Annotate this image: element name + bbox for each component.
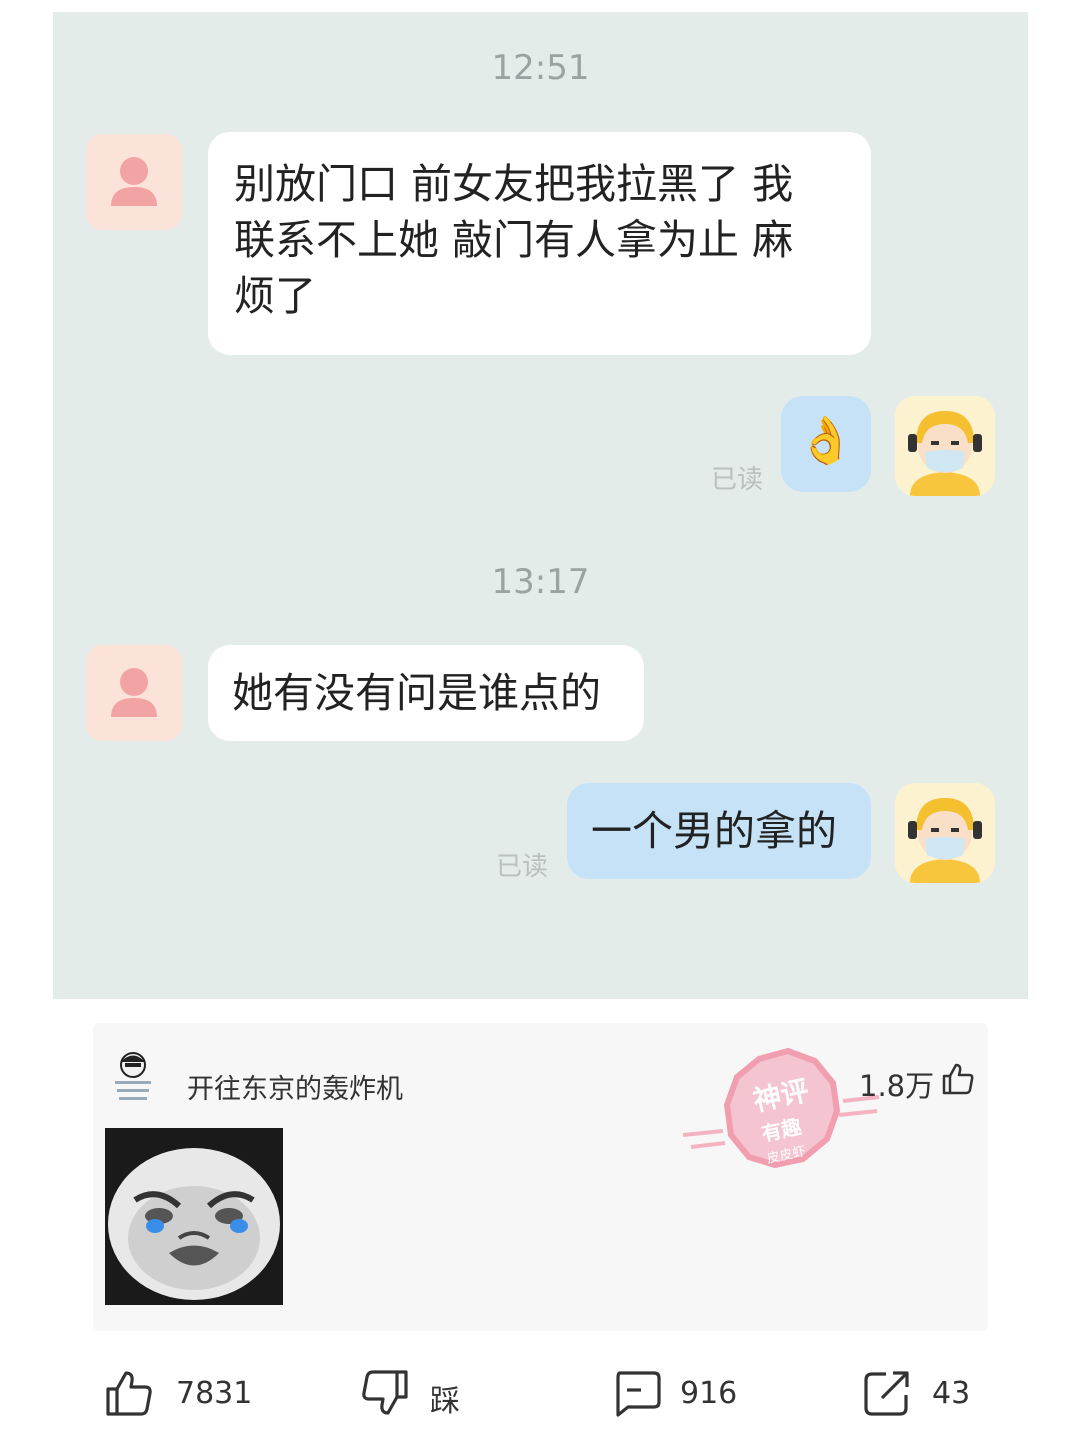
share-button[interactable]: 43 bbox=[862, 1368, 972, 1420]
courier-face-icon bbox=[908, 798, 982, 883]
hot-comment-stamp: 神评 有趣 皮皮虾 bbox=[683, 1047, 880, 1169]
thumbs-up-icon[interactable] bbox=[940, 1061, 976, 1097]
incoming-message-bubble[interactable]: 别放门口 前女友把我拉黑了 我 联系不上她 敲门有人拿为止 麻 烦了 bbox=[208, 132, 871, 355]
user-avatar[interactable] bbox=[86, 134, 182, 230]
chat-panel: 12:51 别放门口 前女友把我拉黑了 我 联系不上她 敲门有人拿为止 麻 烦了… bbox=[53, 12, 1028, 999]
message-line: 烦了 bbox=[234, 272, 316, 320]
thumbs-down-icon bbox=[362, 1370, 408, 1415]
courier-avatar[interactable] bbox=[895, 783, 995, 883]
dislike-label: 踩 bbox=[430, 1384, 460, 1419]
thumbs-up-icon bbox=[106, 1371, 152, 1416]
commenter-username[interactable]: 开往东京的轰炸机 bbox=[187, 1067, 403, 1106]
share-count: 43 bbox=[932, 1376, 971, 1411]
ok-hand-emoji: 👌 bbox=[797, 413, 855, 467]
person-icon bbox=[111, 157, 157, 206]
comment-count: 916 bbox=[680, 1376, 738, 1411]
person-icon bbox=[111, 668, 157, 717]
comment-bubble-icon bbox=[616, 1371, 661, 1417]
courier-avatar[interactable] bbox=[895, 396, 995, 496]
chat-timestamp: 12:51 bbox=[491, 48, 590, 88]
chat-timestamp: 13:17 bbox=[491, 562, 590, 602]
like-count: 7831 bbox=[176, 1376, 253, 1411]
outgoing-emoji-bubble[interactable]: 👌 bbox=[781, 396, 871, 492]
outgoing-message-bubble[interactable]: 一个男的拿的 bbox=[567, 783, 871, 879]
comment-button[interactable]: 916 bbox=[612, 1368, 742, 1420]
commenter-avatar[interactable] bbox=[111, 1049, 155, 1107]
message-line: 别放门口 前女友把我拉黑了 我 bbox=[234, 160, 794, 208]
crying-face-meme[interactable] bbox=[105, 1128, 283, 1305]
courier-face-icon bbox=[908, 411, 982, 496]
comment-like-count: 1.8万 bbox=[859, 1069, 935, 1103]
incoming-message-bubble[interactable]: 她有没有问是谁点的 bbox=[208, 645, 644, 741]
read-receipt: 已读 bbox=[496, 852, 549, 882]
read-receipt: 已读 bbox=[711, 465, 764, 495]
user-avatar[interactable] bbox=[86, 645, 182, 741]
like-button[interactable]: 7831 bbox=[104, 1368, 252, 1420]
message-line: 联系不上她 敲门有人拿为止 麻 bbox=[234, 216, 794, 264]
share-icon bbox=[864, 1371, 909, 1416]
dislike-button[interactable]: 踩 bbox=[360, 1368, 470, 1420]
top-comment-card[interactable]: 开往东京的轰炸机 神评 有趣 皮皮虾 1.8万 bbox=[93, 1023, 988, 1331]
